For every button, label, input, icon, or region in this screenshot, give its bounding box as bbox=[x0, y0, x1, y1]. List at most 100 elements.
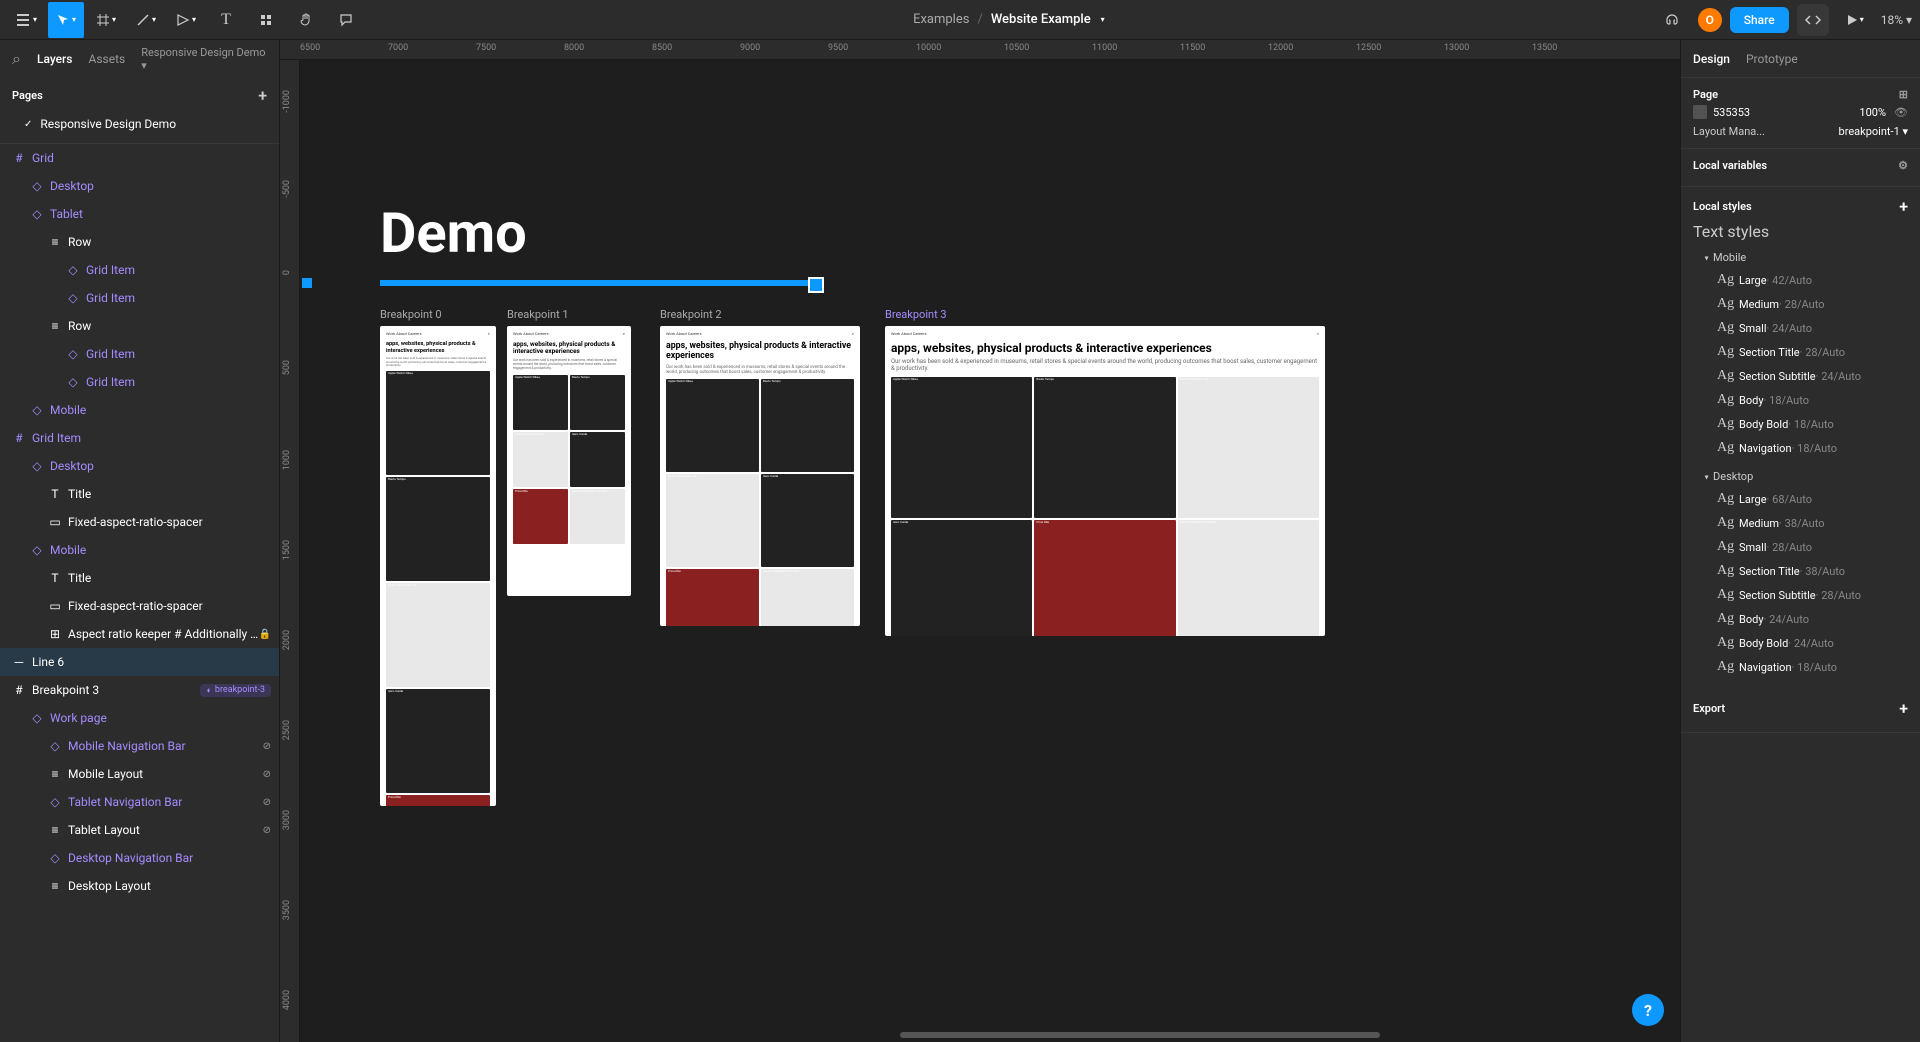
file-name-dropdown[interactable]: Responsive Design Demo ▾ bbox=[141, 46, 267, 72]
layer-row[interactable]: ◇Tablet bbox=[0, 200, 279, 228]
text-style-item[interactable]: AgBody · 24/Auto bbox=[1693, 607, 1908, 631]
resources-button[interactable] bbox=[248, 2, 284, 38]
text-style-item[interactable]: AgBody Bold · 18/Auto bbox=[1693, 412, 1908, 436]
layer-row[interactable]: ◇Grid Item bbox=[0, 368, 279, 396]
text-style-item[interactable]: AgBody Bold · 24/Auto bbox=[1693, 631, 1908, 655]
text-style-item[interactable]: AgMedium · 38/Auto bbox=[1693, 511, 1908, 535]
dev-mode-button[interactable] bbox=[1797, 4, 1829, 36]
add-page-button[interactable]: + bbox=[258, 86, 267, 105]
text-style-item[interactable]: AgSection Subtitle · 24/Auto bbox=[1693, 364, 1908, 388]
text-style-item[interactable]: AgLarge · 42/Auto bbox=[1693, 268, 1908, 292]
add-export-button[interactable]: + bbox=[1899, 699, 1908, 718]
page-options-icon[interactable]: ⊞ bbox=[1899, 88, 1908, 101]
layer-row[interactable]: TTitle bbox=[0, 480, 279, 508]
canvas-frame[interactable]: Work About Careers⌕ apps, websites, phys… bbox=[380, 326, 496, 806]
layer-row[interactable]: ≡Row bbox=[0, 312, 279, 340]
canvas-scrollbar-horizontal[interactable] bbox=[900, 1032, 1380, 1038]
text-style-item[interactable]: AgMedium · 28/Auto bbox=[1693, 292, 1908, 316]
frame-label[interactable]: Breakpoint 2 bbox=[660, 308, 722, 321]
text-style-item[interactable]: AgLarge · 68/Auto bbox=[1693, 487, 1908, 511]
text-style-item[interactable]: AgSection Subtitle · 28/Auto bbox=[1693, 583, 1908, 607]
text-style-item[interactable]: AgSmall · 28/Auto bbox=[1693, 535, 1908, 559]
layer-row[interactable]: ◇Desktop bbox=[0, 452, 279, 480]
layer-row[interactable]: ▭Fixed-aspect-ratio-spacer bbox=[0, 592, 279, 620]
layer-row[interactable]: ◇Desktop bbox=[0, 172, 279, 200]
tab-prototype[interactable]: Prototype bbox=[1746, 52, 1798, 66]
comment-tool-button[interactable] bbox=[328, 2, 364, 38]
text-style-item[interactable]: AgSection Title · 38/Auto bbox=[1693, 559, 1908, 583]
layer-row[interactable]: ⊞Aspect ratio keeper # Additionally ...🔒 bbox=[0, 620, 279, 648]
layer-row[interactable]: ≡Desktop Layout bbox=[0, 872, 279, 900]
audio-button[interactable] bbox=[1654, 2, 1690, 38]
help-button[interactable]: ? bbox=[1632, 994, 1664, 1026]
chevron-down-icon[interactable]: ▾ bbox=[1101, 15, 1105, 24]
layer-row[interactable]: TTitle bbox=[0, 564, 279, 592]
present-button[interactable]: ▾ bbox=[1837, 2, 1873, 38]
frame-label[interactable]: Breakpoint 1 bbox=[507, 308, 569, 321]
tab-design[interactable]: Design bbox=[1693, 52, 1730, 66]
tab-assets[interactable]: Assets bbox=[88, 52, 125, 66]
frame-label[interactable]: Breakpoint 0 bbox=[380, 308, 442, 321]
layout-manager-dropdown[interactable]: breakpoint-1 ▾ bbox=[1839, 125, 1908, 138]
layer-row[interactable]: ◇Mobile bbox=[0, 536, 279, 564]
pen-tool-button[interactable]: ▾ bbox=[128, 2, 164, 38]
breadcrumb-current[interactable]: Website Example bbox=[991, 12, 1091, 27]
bg-color-row[interactable]: 535353 100%👁 bbox=[1693, 105, 1908, 119]
layer-row[interactable]: ◇Mobile bbox=[0, 396, 279, 424]
layer-row[interactable]: ≡Row bbox=[0, 228, 279, 256]
canvas-area[interactable]: 6500700075008000850090009500100001050011… bbox=[280, 40, 1680, 1042]
layer-row[interactable]: ≡Mobile Layout⊘ bbox=[0, 760, 279, 788]
text-style-item[interactable]: AgNavigation · 18/Auto bbox=[1693, 436, 1908, 460]
demo-title-text[interactable]: Demo bbox=[380, 200, 527, 266]
layer-row[interactable]: ≡Tablet Layout⊘ bbox=[0, 816, 279, 844]
layer-row[interactable]: ◇Tablet Navigation Bar⊘ bbox=[0, 788, 279, 816]
text-style-item[interactable]: AgSmall · 24/Auto bbox=[1693, 316, 1908, 340]
zoom-level[interactable]: 18% ▾ bbox=[1881, 13, 1912, 27]
breadcrumb-parent[interactable]: Examples bbox=[913, 12, 969, 27]
style-group-title[interactable]: Mobile bbox=[1693, 247, 1908, 268]
move-tool-button[interactable]: ▾ bbox=[48, 2, 84, 38]
search-icon[interactable]: ⌕ bbox=[12, 49, 21, 69]
text-style-item[interactable]: AgSection Title · 28/Auto bbox=[1693, 340, 1908, 364]
shape-tool-button[interactable]: ▾ bbox=[168, 2, 204, 38]
frame-label[interactable]: Breakpoint 3 bbox=[885, 308, 947, 321]
add-style-button[interactable]: + bbox=[1899, 197, 1908, 216]
thumb-grid-cell: Garo Inside bbox=[891, 520, 1032, 636]
bg-color-swatch[interactable] bbox=[1693, 105, 1707, 119]
hidden-icon[interactable]: ⊘ bbox=[263, 769, 271, 780]
visibility-icon[interactable]: 👁 bbox=[1894, 106, 1908, 119]
canvas-frame[interactable]: Work About Careers⌕ apps, websites, phys… bbox=[885, 326, 1325, 636]
layer-row[interactable]: ◇Mobile Navigation Bar⊘ bbox=[0, 732, 279, 760]
layer-row[interactable]: ◇Desktop Navigation Bar bbox=[0, 844, 279, 872]
user-avatar[interactable]: O bbox=[1698, 8, 1722, 32]
style-group-title[interactable]: Desktop bbox=[1693, 466, 1908, 487]
frame-tool-button[interactable]: ▾ bbox=[88, 2, 124, 38]
layer-row[interactable]: #Grid bbox=[0, 144, 279, 172]
hidden-icon[interactable]: ⊘ bbox=[263, 741, 271, 752]
layer-row[interactable]: #Breakpoint 3◐breakpoint-3 bbox=[0, 676, 279, 704]
layer-row[interactable]: ◇Grid Item bbox=[0, 284, 279, 312]
share-button[interactable]: Share bbox=[1730, 7, 1789, 33]
layer-row[interactable]: ─Line 6 bbox=[0, 648, 279, 676]
text-tool-button[interactable]: T bbox=[208, 2, 244, 38]
variables-settings-icon[interactable]: ⚙ bbox=[1898, 159, 1908, 172]
selection-handle[interactable] bbox=[302, 278, 312, 288]
layer-row[interactable]: ◇Work page bbox=[0, 704, 279, 732]
canvas-frame[interactable]: Work About Careers⌕ apps, websites, phys… bbox=[660, 326, 860, 626]
canvas[interactable]: Demo Breakpoint 0 Work About Careers⌕ ap… bbox=[300, 60, 1680, 1042]
text-style-item[interactable]: AgBody · 18/Auto bbox=[1693, 388, 1908, 412]
text-style-item[interactable]: AgNavigation · 18/Auto bbox=[1693, 655, 1908, 679]
hidden-icon[interactable]: ⊘ bbox=[263, 825, 271, 836]
layer-row[interactable]: #Grid Item bbox=[0, 424, 279, 452]
tab-layers[interactable]: Layers bbox=[37, 52, 73, 66]
layer-row[interactable]: ◇Grid Item bbox=[0, 256, 279, 284]
layer-row[interactable]: ◇Grid Item bbox=[0, 340, 279, 368]
lock-icon[interactable]: 🔒 bbox=[259, 629, 271, 640]
hand-tool-button[interactable] bbox=[288, 2, 324, 38]
page-item[interactable]: Responsive Design Demo bbox=[0, 113, 279, 135]
hidden-icon[interactable]: ⊘ bbox=[263, 797, 271, 808]
layer-row[interactable]: ▭Fixed-aspect-ratio-spacer bbox=[0, 508, 279, 536]
selected-line-object[interactable] bbox=[380, 280, 820, 286]
main-menu-button[interactable]: ▾ bbox=[8, 2, 44, 38]
canvas-frame[interactable]: Work About Careers⌕ apps, websites, phys… bbox=[507, 326, 631, 596]
